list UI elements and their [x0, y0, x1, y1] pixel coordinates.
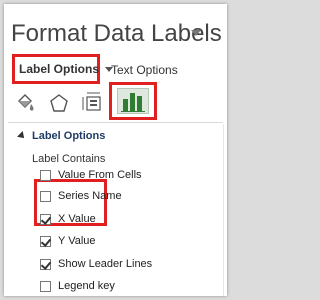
pane-options-dropdown-icon[interactable]	[191, 30, 201, 36]
fill-line-icon[interactable]	[14, 92, 36, 114]
option-label: Show Leader Lines	[58, 258, 153, 270]
label-options-chart-icon	[117, 88, 149, 114]
option-label: Series Name	[58, 190, 122, 202]
size-properties-icon[interactable]	[81, 91, 105, 115]
divider	[8, 122, 223, 123]
scrollbar-track[interactable]	[223, 124, 224, 296]
collapse-arrow-icon	[17, 131, 27, 141]
checkbox[interactable]	[40, 190, 51, 202]
format-data-labels-pane: Format Data Labels Label Options Text Op…	[4, 4, 227, 296]
option-y-value[interactable]: Y Value	[40, 235, 96, 247]
bar-chart-icon	[121, 93, 145, 112]
option-x-value[interactable]: X Value	[40, 213, 96, 225]
tab-label-options[interactable]: Label Options	[12, 54, 114, 84]
label-options-chart-tab[interactable]	[109, 82, 157, 120]
tab-label-options-text: Label Options	[19, 62, 100, 76]
tab-text-options[interactable]: Text Options	[111, 63, 178, 77]
option-value-from-cells[interactable]: Value From Cells	[40, 169, 142, 181]
checkbox-checked[interactable]	[40, 213, 51, 225]
checkbox[interactable]	[40, 169, 51, 181]
section-label-options[interactable]: Label Options	[17, 130, 106, 142]
option-series-name[interactable]: Series Name	[40, 190, 122, 202]
option-label: Y Value	[58, 235, 96, 247]
label-contains-heading: Label Contains	[32, 153, 106, 165]
option-legend-key[interactable]: Legend key	[40, 280, 115, 292]
option-label: X Value	[58, 213, 96, 225]
option-show-leader-lines[interactable]: Show Leader Lines	[40, 258, 152, 270]
checkbox-checked[interactable]	[40, 235, 51, 247]
option-label: Legend key	[58, 280, 115, 292]
checkbox[interactable]	[40, 280, 51, 292]
option-label: Value From Cells	[58, 169, 142, 181]
section-title: Label Options	[32, 130, 106, 142]
checkbox-checked[interactable]	[40, 258, 51, 270]
effects-pentagon-icon[interactable]	[48, 92, 70, 114]
